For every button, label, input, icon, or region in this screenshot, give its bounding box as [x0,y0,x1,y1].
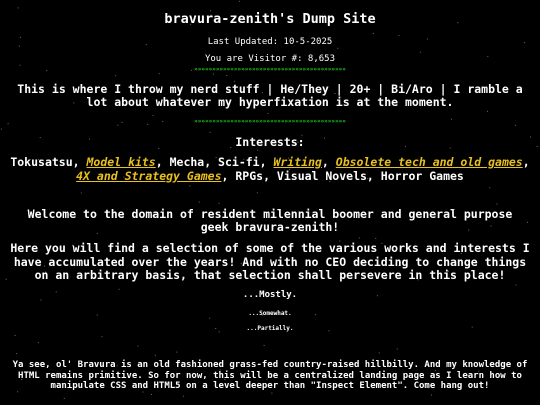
visitor-counter: You are Visitor #: 8,653 [204,54,336,64]
about-text: Ya see, ol' Bravura is an old fashioned … [12,360,528,391]
divider-top: »»»»»»»»»»»»»»»»»»»»»»»»»»»»»»»»»»»»»»»»… [194,67,346,73]
site-title: bravura-zenith's Dump Site [164,11,376,27]
partially-text: ...Partially. [246,325,294,332]
intro-text: Here you will find a selection of some o… [10,241,530,282]
interests-list: Tokusatsu, Model kits, Mecha, Sci-fi, Wr… [8,155,532,183]
page-content: bravura-zenith's Dump Site Last Updated:… [0,0,540,405]
link-writing[interactable]: Writing [273,155,321,169]
interests-text: , [321,155,336,169]
last-updated-text: Last Updated: 10-5-2025 [207,37,333,47]
interests-text: Tokusatsu, [10,155,87,169]
link-obsolete-tech[interactable]: Obsolete tech and old games [336,155,523,169]
link-model-kits[interactable]: Model kits [87,155,156,169]
mostly-text: ...Mostly. [242,290,298,300]
interests-heading: Interests: [235,135,305,149]
welcome-text: Welcome to the domain of resident milenn… [27,207,513,234]
interests-text: , Mecha, Sci-fi, [155,155,274,169]
somewhat-text: ...Somewhat. [248,310,292,317]
divider-middle: »»»»»»»»»»»»»»»»»»»»»»»»»»»»»»»»»»»»»»»»… [194,119,346,125]
link-4x-strategy[interactable]: 4X and Strategy Games [76,169,221,183]
tagline: This is where I throw my nerd stuff | He… [17,82,523,109]
interests-text: , RPGs, Visual Novels, Horror Games [221,168,464,183]
interests-text: , [522,155,530,169]
